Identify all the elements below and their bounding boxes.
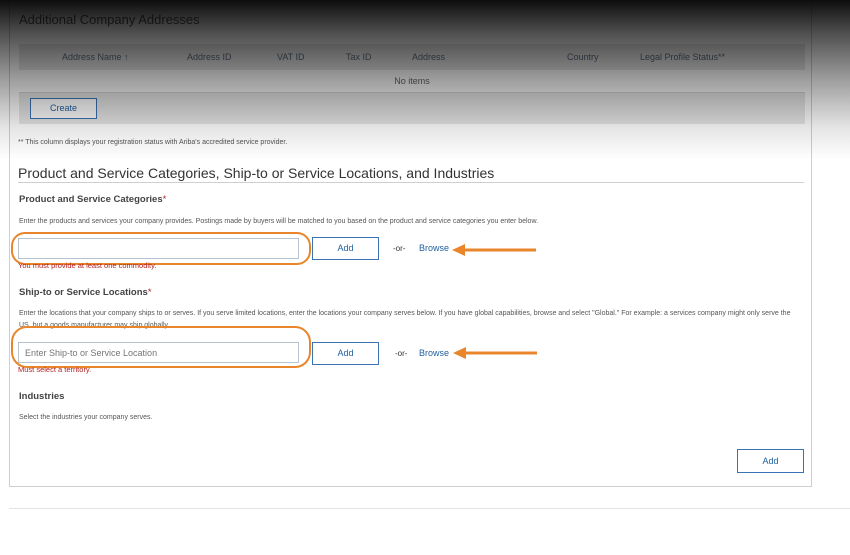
or-label: -or-	[393, 244, 406, 253]
product-categories-hint: Enter the products and services your com…	[19, 218, 539, 225]
product-categories-error: You must provide at least one commodity.	[18, 261, 157, 270]
create-address-button[interactable]: Create	[30, 98, 97, 119]
product-categories-title: Product and Service Categories*	[19, 194, 166, 205]
column-header-country[interactable]: Country	[567, 52, 599, 62]
orange-arrow-left-icon	[453, 347, 537, 359]
column-header-tax-id[interactable]: Tax ID	[346, 52, 372, 62]
add-industry-button[interactable]: Add	[737, 449, 804, 473]
industries-hint: Select the industries your company serve…	[19, 414, 153, 421]
browse-product-categories-link[interactable]: Browse	[419, 243, 449, 253]
or-label: -or-	[395, 349, 408, 358]
required-mark: *	[162, 194, 167, 205]
section-divider	[18, 182, 804, 183]
ship-to-locations-error: Must select a territory.	[18, 365, 92, 374]
empty-table-message: No items	[19, 70, 805, 92]
add-product-category-button[interactable]: Add	[312, 237, 379, 260]
browse-ship-to-locations-link[interactable]: Browse	[419, 348, 449, 358]
table-header: Address Name ↑ Address ID VAT ID Tax ID …	[19, 44, 805, 70]
column-header-address[interactable]: Address	[412, 52, 445, 62]
column-header-address-name[interactable]: Address Name ↑	[62, 52, 129, 62]
column-header-address-id[interactable]: Address ID	[187, 52, 232, 62]
required-mark: *	[147, 287, 152, 298]
table-toolbar: Create	[19, 92, 805, 124]
addresses-table: Address Name ↑ Address ID VAT ID Tax ID …	[19, 44, 805, 124]
highlight-ring	[11, 326, 311, 368]
column-header-legal-profile-status[interactable]: Legal Profile Status**	[640, 52, 725, 62]
section-title: Product and Service Categories, Ship-to …	[18, 165, 495, 181]
orange-arrow-left-icon	[452, 244, 536, 256]
column-header-vat-id[interactable]: VAT ID	[277, 52, 305, 62]
ship-to-locations-title: Ship-to or Service Locations*	[19, 287, 152, 298]
industries-title: Industries	[19, 391, 65, 402]
addresses-title: Additional Company Addresses	[19, 12, 200, 27]
product-categories-label: Product and Service Categories	[19, 194, 163, 205]
ship-to-locations-label: Ship-to or Service Locations	[19, 287, 148, 298]
legal-status-footnote: ** This column displays your registratio…	[18, 139, 288, 146]
add-ship-to-location-button[interactable]: Add	[312, 342, 379, 365]
divider	[9, 508, 850, 509]
